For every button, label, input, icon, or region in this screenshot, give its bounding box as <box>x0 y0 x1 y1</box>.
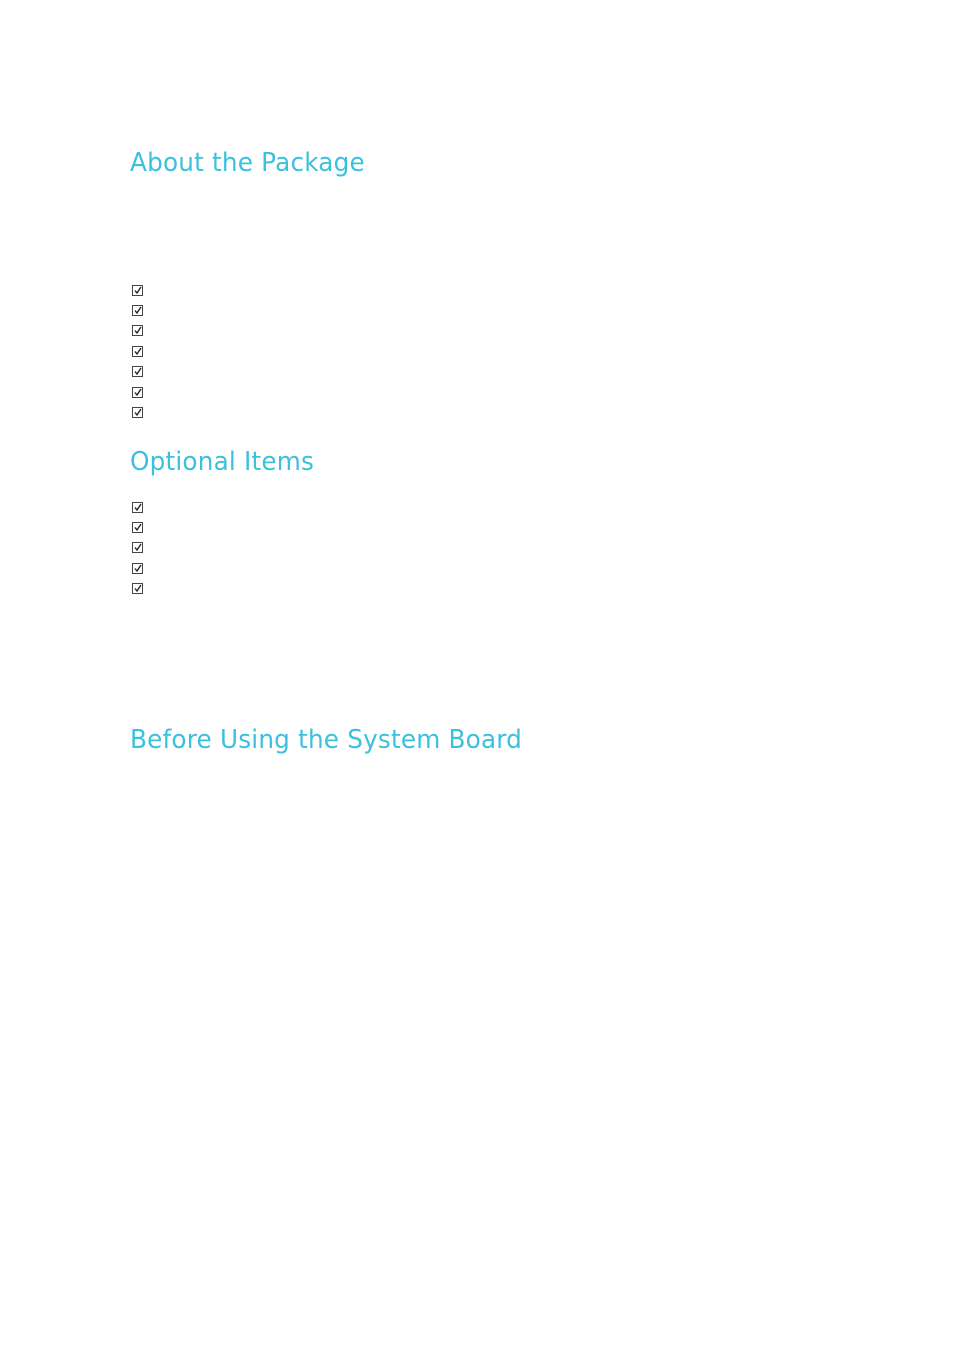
section-heading-about-the-package: About the Package <box>130 148 365 178</box>
checklist-item <box>132 558 143 578</box>
checked-box-icon <box>132 284 143 296</box>
checked-box-icon <box>132 542 143 554</box>
checklist-item <box>132 280 143 300</box>
package-contents-checklist <box>132 280 143 423</box>
checked-box-icon <box>132 562 143 574</box>
checked-box-icon <box>132 366 143 378</box>
checklist-item <box>132 362 143 382</box>
checked-box-icon <box>132 501 143 513</box>
checklist-item <box>132 497 143 517</box>
checked-box-icon <box>132 386 143 398</box>
section-heading-before-using-the-system-board: Before Using the System Board <box>130 725 523 755</box>
checklist-item <box>132 517 143 537</box>
checklist-item <box>132 538 143 558</box>
optional-items-checklist <box>132 497 143 599</box>
section-heading-optional-items: Optional Items <box>130 447 315 477</box>
checked-box-icon <box>132 522 143 534</box>
checked-box-icon <box>132 583 143 595</box>
checklist-item <box>132 321 143 341</box>
checklist-item <box>132 402 143 422</box>
checklist-item <box>132 579 143 599</box>
checklist-item <box>132 300 143 320</box>
checklist-item <box>132 382 143 402</box>
checked-box-icon <box>132 407 143 419</box>
checklist-item <box>132 341 143 361</box>
checked-box-icon <box>132 325 143 337</box>
checked-box-icon <box>132 345 143 357</box>
checked-box-icon <box>132 305 143 317</box>
